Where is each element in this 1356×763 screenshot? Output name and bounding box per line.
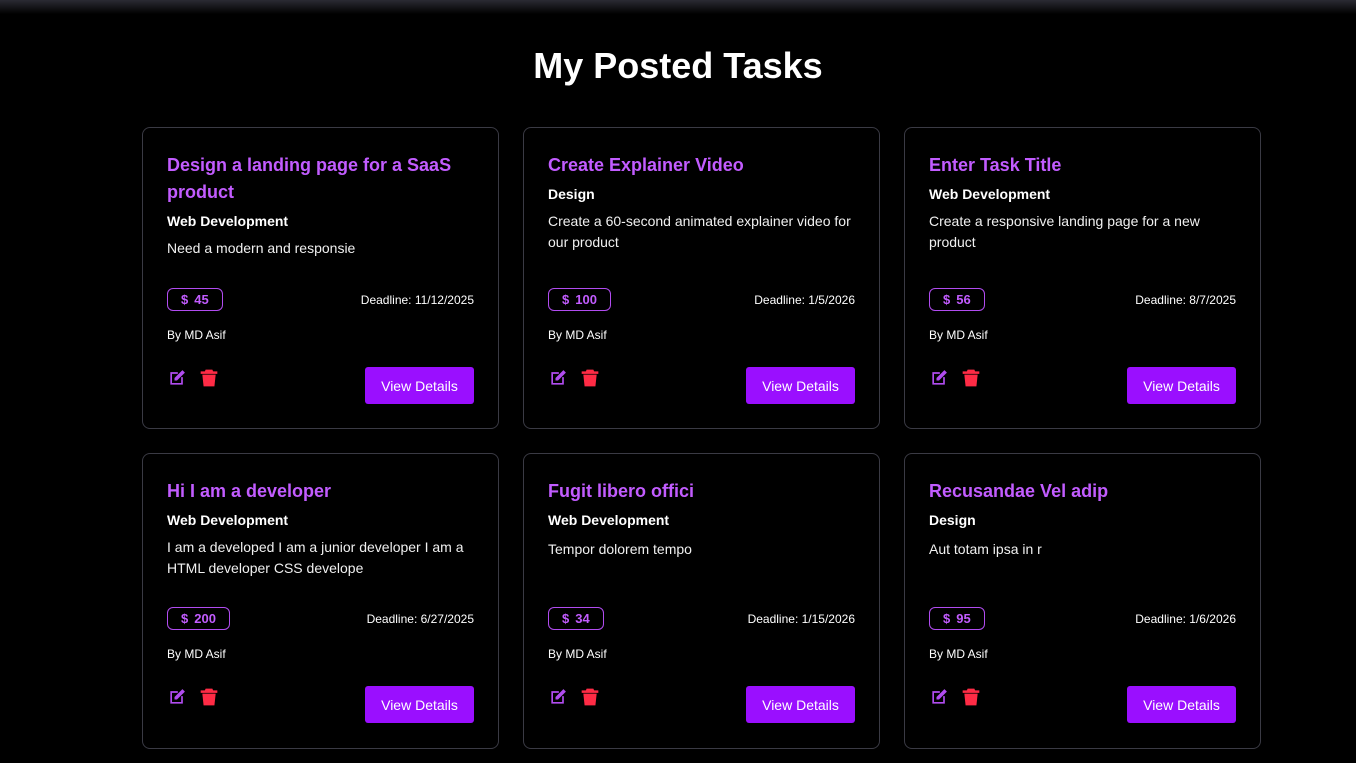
task-description: Create a 60-second animated explainer vi… xyxy=(548,213,851,250)
task-card: Design a landing page for a SaaS product… xyxy=(142,127,499,429)
task-card: Hi I am a developer Web Development I am… xyxy=(142,453,499,749)
budget-value: 45 xyxy=(194,292,209,307)
view-details-button[interactable]: View Details xyxy=(1127,686,1236,723)
trash-icon[interactable] xyxy=(199,687,219,707)
task-category: Design xyxy=(929,512,976,528)
task-description: Aut totam ipsa in r xyxy=(929,541,1042,557)
task-card: Recusandae Vel adip Design Aut totam ips… xyxy=(904,453,1261,749)
budget-badge: $95 xyxy=(929,607,985,630)
edit-icon[interactable] xyxy=(548,368,568,388)
task-category: Web Development xyxy=(548,512,670,528)
deadline: Deadline: 11/12/2025 xyxy=(360,292,474,307)
budget-value: 100 xyxy=(575,292,597,307)
task-description: Create a responsive landing page for a n… xyxy=(929,213,1200,250)
task-meta: $34 Deadline: 1/15/2026 xyxy=(548,607,855,630)
deadline: Deadline: 8/7/2025 xyxy=(1135,292,1236,307)
task-title: Create Explainer Video xyxy=(548,155,744,175)
trash-icon[interactable] xyxy=(961,368,981,388)
budget-badge: $56 xyxy=(929,288,985,311)
deadline: Deadline: 1/15/2026 xyxy=(747,611,855,626)
card-actions xyxy=(548,368,600,388)
author: By MD Asif xyxy=(548,647,607,661)
task-grid: Design a landing page for a SaaS product… xyxy=(142,127,1261,749)
task-category: Web Development xyxy=(929,186,1051,202)
budget-value: 56 xyxy=(956,292,971,307)
author: By MD Asif xyxy=(929,647,988,661)
card-actions xyxy=(167,368,219,388)
trash-icon[interactable] xyxy=(961,687,981,707)
task-title: Design a landing page for a SaaS product xyxy=(167,155,452,202)
author: By MD Asif xyxy=(548,328,607,342)
currency-symbol: $ xyxy=(943,292,951,307)
task-description: Need a modern and responsie xyxy=(167,240,356,256)
edit-icon[interactable] xyxy=(929,368,949,388)
view-details-button[interactable]: View Details xyxy=(365,686,474,723)
budget-value: 95 xyxy=(956,611,971,626)
task-meta: $56 Deadline: 8/7/2025 xyxy=(929,288,1236,311)
edit-icon[interactable] xyxy=(167,687,187,707)
edit-icon[interactable] xyxy=(548,687,568,707)
task-category: Design xyxy=(548,186,595,202)
card-actions xyxy=(548,687,600,707)
budget-badge: $200 xyxy=(167,607,230,630)
task-meta: $45 Deadline: 11/12/2025 xyxy=(167,288,474,311)
card-actions xyxy=(167,687,219,707)
author: By MD Asif xyxy=(167,647,226,661)
edit-icon[interactable] xyxy=(167,368,187,388)
author: By MD Asif xyxy=(929,328,988,342)
task-description: Tempor dolorem tempo xyxy=(548,541,692,557)
deadline: Deadline: 6/27/2025 xyxy=(366,611,474,626)
task-category: Web Development xyxy=(167,512,289,528)
card-actions xyxy=(929,368,981,388)
task-meta: $200 Deadline: 6/27/2025 xyxy=(167,607,474,630)
task-description: I am a developed I am a junior developer… xyxy=(167,539,464,576)
task-card: Enter Task Title Web Development Create … xyxy=(904,127,1261,429)
deadline: Deadline: 1/6/2026 xyxy=(1135,611,1236,626)
view-details-button[interactable]: View Details xyxy=(746,686,855,723)
budget-badge: $100 xyxy=(548,288,611,311)
task-category: Web Development xyxy=(167,213,289,229)
task-title: Recusandae Vel adip xyxy=(929,481,1109,501)
task-title: Enter Task Title xyxy=(929,155,1062,175)
budget-badge: $45 xyxy=(167,288,223,311)
view-details-button[interactable]: View Details xyxy=(746,367,855,404)
task-card: Create Explainer Video Design Create a 6… xyxy=(523,127,880,429)
currency-symbol: $ xyxy=(181,611,189,626)
trash-icon[interactable] xyxy=(580,687,600,707)
task-meta: $95 Deadline: 1/6/2026 xyxy=(929,607,1236,630)
task-title: Fugit libero offici xyxy=(548,481,694,501)
card-actions xyxy=(929,687,981,707)
currency-symbol: $ xyxy=(181,292,189,307)
task-meta: $100 Deadline: 1/5/2026 xyxy=(548,288,855,311)
page-title: My Posted Tasks xyxy=(533,45,823,86)
trash-icon[interactable] xyxy=(199,368,219,388)
budget-value: 200 xyxy=(194,611,216,626)
budget-value: 34 xyxy=(575,611,590,626)
budget-badge: $34 xyxy=(548,607,604,630)
view-details-button[interactable]: View Details xyxy=(1127,367,1236,404)
top-shadow xyxy=(0,0,1356,14)
view-details-button[interactable]: View Details xyxy=(365,367,474,404)
currency-symbol: $ xyxy=(562,292,570,307)
trash-icon[interactable] xyxy=(580,368,600,388)
currency-symbol: $ xyxy=(943,611,951,626)
edit-icon[interactable] xyxy=(929,687,949,707)
task-card: Fugit libero offici Web Development Temp… xyxy=(523,453,880,749)
task-title: Hi I am a developer xyxy=(167,481,332,501)
deadline: Deadline: 1/5/2026 xyxy=(754,292,855,307)
author: By MD Asif xyxy=(167,328,226,342)
currency-symbol: $ xyxy=(562,611,570,626)
